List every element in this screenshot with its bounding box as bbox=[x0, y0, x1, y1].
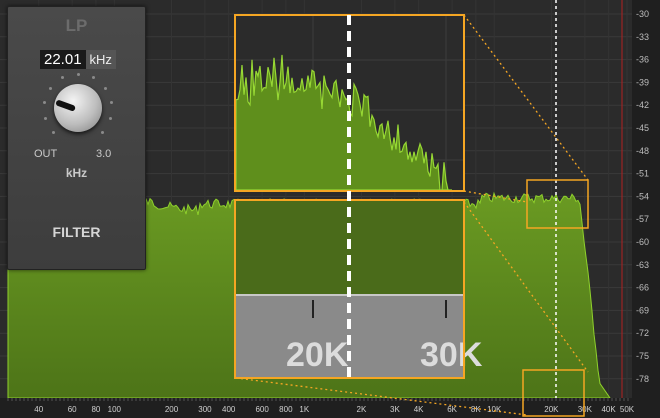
freq-tick-label: 50K bbox=[620, 405, 635, 414]
knob-scale-dot bbox=[52, 130, 56, 134]
knob-scale-dot bbox=[108, 117, 112, 120]
knob-max-label: 3.0 bbox=[96, 148, 112, 160]
db-tick-label: -60 bbox=[636, 237, 649, 247]
freq-tick-label: 80 bbox=[91, 405, 100, 414]
filter-mode-label[interactable]: LP bbox=[8, 16, 145, 36]
zoom-label-30k: 30K bbox=[420, 336, 483, 374]
db-tick-label: -33 bbox=[636, 32, 649, 42]
filter-panel: LP 22.01 kHz OUT 3.0 kHz FILTER bbox=[7, 6, 146, 270]
freq-tick-label: 40K bbox=[601, 405, 616, 414]
db-tick-label: -45 bbox=[636, 123, 649, 133]
freq-tick-label: 200 bbox=[165, 405, 179, 414]
knob-unit-label: kHz bbox=[65, 166, 88, 180]
knob-scale-dot bbox=[91, 76, 95, 80]
freq-tick-label: 1K bbox=[299, 405, 309, 414]
freq-tick-label: 600 bbox=[255, 405, 269, 414]
freq-tick-label: 4K bbox=[414, 405, 424, 414]
db-tick-label: -30 bbox=[636, 9, 649, 19]
filter-title: FILTER bbox=[52, 224, 101, 240]
knob-scale-dot bbox=[61, 76, 65, 80]
knob-scale-dot bbox=[44, 117, 48, 120]
frequency-unit: kHz bbox=[85, 49, 116, 69]
freq-tick-label: 100 bbox=[108, 405, 122, 414]
db-tick-label: -51 bbox=[636, 169, 649, 179]
freq-tick-label: 800 bbox=[279, 405, 293, 414]
knob-indicator bbox=[55, 99, 77, 112]
db-tick-label: -78 bbox=[636, 374, 649, 384]
knob-scale-dot bbox=[100, 130, 104, 134]
cutoff-knob[interactable] bbox=[54, 84, 102, 132]
db-tick-label: -69 bbox=[636, 305, 649, 315]
db-tick-label: -54 bbox=[636, 191, 649, 201]
freq-tick-label: 2K bbox=[357, 405, 367, 414]
freq-tick-label: 30K bbox=[578, 405, 593, 414]
db-tick-label: -63 bbox=[636, 260, 649, 270]
freq-tick-label: 20K bbox=[544, 405, 559, 414]
knob-min-label: OUT bbox=[34, 148, 58, 160]
db-tick-label: -36 bbox=[636, 55, 649, 65]
db-tick-label: -42 bbox=[636, 100, 649, 110]
freq-tick-label: 400 bbox=[222, 405, 236, 414]
db-tick-label: -39 bbox=[636, 77, 649, 87]
frequency-readout[interactable]: 22.01 kHz bbox=[40, 49, 116, 69]
freq-tick-label: 300 bbox=[198, 405, 212, 414]
zoom-label-20k: 20K bbox=[286, 336, 349, 374]
knob-scale-dot bbox=[48, 86, 52, 90]
freq-tick-label: 60 bbox=[68, 405, 77, 414]
knob-scale-dot bbox=[110, 101, 114, 105]
freq-tick-label: 3K bbox=[390, 405, 400, 414]
freq-tick-label: 10K bbox=[487, 405, 502, 414]
db-tick-label: -66 bbox=[636, 283, 649, 293]
db-tick-label: -48 bbox=[636, 146, 649, 156]
knob-scale-dot bbox=[76, 72, 80, 76]
db-tick-label: -57 bbox=[636, 214, 649, 224]
db-tick-label: -72 bbox=[636, 328, 649, 338]
knob-scale-dot bbox=[104, 86, 107, 90]
freq-tick-label: 40 bbox=[34, 405, 43, 414]
frequency-value[interactable]: 22.01 bbox=[40, 49, 86, 69]
db-tick-label: -75 bbox=[636, 351, 649, 361]
knob-scale-dot bbox=[42, 101, 46, 105]
